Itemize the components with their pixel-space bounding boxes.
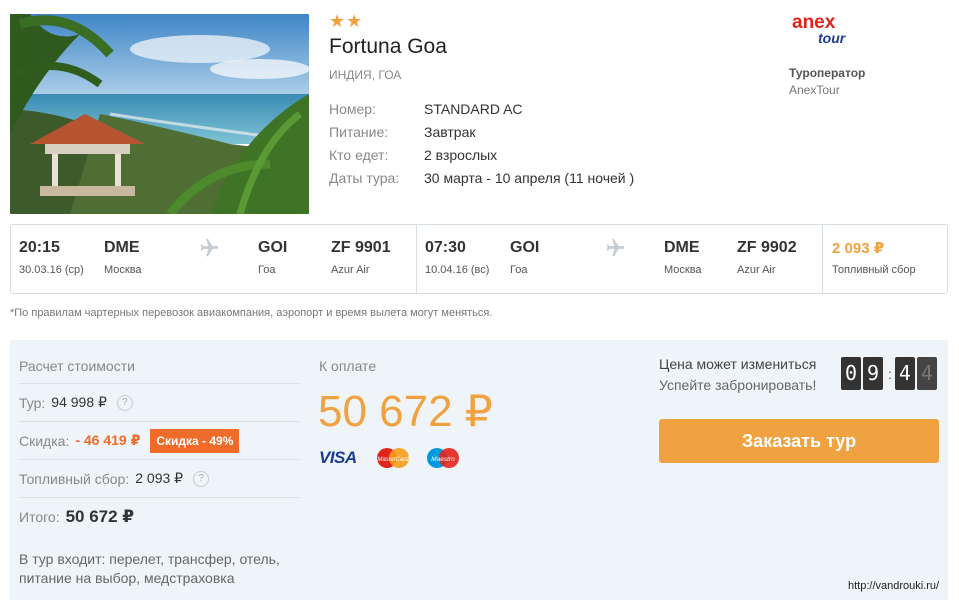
outbound-dest-city: Гоа: [258, 264, 276, 276]
detail-guests-label: Кто едет:: [329, 146, 389, 163]
book-tour-button[interactable]: Заказать тур: [659, 419, 939, 463]
svg-text:Maestro: Maestro: [431, 456, 455, 463]
hurry-notice: Успейте забронировать!: [659, 377, 817, 393]
payment-label: К оплате: [319, 358, 377, 374]
outbound-origin: DME Москва: [104, 239, 142, 276]
return-date: 10.04.16 (вс): [425, 264, 490, 276]
payment-amount: 50 672 ₽: [318, 387, 493, 436]
price-calculation: Расчет стоимости Тур: 94 998 ₽ ? Скидка:…: [19, 358, 299, 536]
mastercard-logo: MasterCard: [376, 448, 409, 468]
return-dest-city: Москва: [664, 264, 702, 276]
fuel-fee-cell: 2 093 ₽ Топливный сбор: [832, 239, 916, 276]
detail-room-label: Номер:: [329, 100, 376, 117]
outbound-dest-code: GOI: [258, 239, 288, 256]
calc-total-row: Итого: 50 672 ₽: [19, 498, 299, 536]
outbound-airline: Azur Air: [331, 264, 370, 276]
outbound-origin-city: Москва: [104, 264, 142, 276]
detail-guests: Кто едет: 2 взрослых: [329, 143, 634, 166]
detail-dates-label: Даты тура:: [329, 169, 400, 186]
return-origin-city: Гоа: [510, 264, 528, 276]
return-departure: 07:30 10.04.16 (вс): [425, 239, 489, 276]
operator-title: Туроператор: [789, 66, 866, 80]
outbound-departure: 20:15 30.03.16 (ср): [19, 239, 84, 276]
detail-room: Номер: STANDARD AC: [329, 97, 634, 120]
timer-digit: 0: [841, 357, 861, 390]
calc-total-value: 50 672 ₽: [65, 507, 135, 526]
calc-tour-row: Тур: 94 998 ₽ ?: [19, 384, 299, 422]
outbound-time: 20:15: [19, 239, 60, 256]
outbound-flight-number: ZF 9901: [331, 239, 391, 256]
hotel-name[interactable]: Fortuna Goa: [329, 35, 447, 59]
detail-meal-label: Питание:: [329, 123, 389, 140]
return-flight: ZF 9902 Azur Air: [737, 239, 797, 276]
svg-text:MasterCard: MasterCard: [377, 457, 409, 463]
maestro-logo: Maestro: [426, 448, 459, 468]
return-airline: Azur Air: [737, 264, 776, 276]
calc-tour-label: Тур:: [19, 394, 46, 411]
return-time: 07:30: [425, 239, 466, 256]
timer-digit: 4: [916, 357, 937, 390]
discount-badge: Скидка - 49%: [150, 428, 240, 453]
plane-icon: [200, 238, 219, 257]
fuel-fee: 2 093 ₽ Топливный сбор: [823, 225, 947, 293]
outbound-origin-code: DME: [104, 239, 140, 256]
calc-fuel-value: 2 093 ₽: [135, 470, 184, 486]
return-origin-code: GOI: [510, 239, 540, 256]
visa-logo: VISA: [319, 448, 357, 467]
tour-includes: В тур входит: перелет, трансфер, отель, …: [19, 551, 280, 586]
outbound-destination: GOI Гоа: [258, 239, 287, 276]
hotel-photo[interactable]: [10, 14, 309, 214]
flight-strip: 20:15 30.03.16 (ср) DME Москва GOI Гоа Z…: [10, 224, 948, 294]
calc-fuel-label: Топливный сбор:: [19, 470, 130, 487]
calc-discount-label: Скидка:: [19, 432, 70, 449]
operator-name: AnexTour: [789, 83, 840, 97]
outbound-date: 30.03.16 (ср): [19, 264, 84, 276]
help-icon[interactable]: ?: [116, 394, 133, 411]
charter-note: *По правилам чартерных перевозок авиаком…: [10, 307, 493, 319]
outbound-flight: ZF 9901 Azur Air: [331, 239, 391, 276]
watermark: http://vandrouki.ru/: [848, 580, 940, 592]
hotel-location: ИНДИЯ, ГОА: [329, 68, 402, 82]
calc-title: Расчет стоимости: [19, 358, 299, 384]
calc-discount-value: - 46 419 ₽: [75, 432, 141, 448]
detail-dates: Даты тура: 30 марта - 10 апреля (11 ноче…: [329, 166, 634, 189]
help-icon[interactable]: ?: [193, 470, 210, 487]
anex-tour-logo: anex tour: [792, 12, 847, 46]
calc-fuel-row: Топливный сбор: 2 093 ₽ ?: [19, 460, 299, 498]
price-panel: Расчет стоимости Тур: 94 998 ₽ ? Скидка:…: [10, 340, 948, 600]
flight-return: 07:30 10.04.16 (вс) GOI Гоа DME Москва Z…: [417, 225, 823, 293]
timer-separator: :: [888, 365, 892, 382]
hotel-stars: ★★: [329, 11, 364, 31]
return-dest-code: DME: [664, 239, 700, 256]
flight-outbound: 20:15 30.03.16 (ср) DME Москва GOI Гоа Z…: [11, 225, 417, 293]
return-origin: GOI Гоа: [510, 239, 539, 276]
plane-icon: [606, 238, 625, 257]
hotel-photo-image: [10, 14, 309, 214]
calc-tour-value: 94 998 ₽: [51, 394, 107, 410]
payment-cards: VISA MasterCard Maestro: [319, 447, 461, 469]
detail-room-value: STANDARD AC: [424, 100, 523, 117]
detail-dates-value: 30 марта - 10 апреля (11 ночей ): [424, 169, 635, 186]
return-flight-number: ZF 9902: [737, 239, 797, 256]
tour-details: Номер: STANDARD AC Питание: Завтрак Кто …: [329, 97, 634, 189]
timer-digit: 9: [863, 357, 883, 390]
fuel-fee-amount: 2 093 ₽: [832, 240, 885, 257]
return-destination: DME Москва: [664, 239, 702, 276]
timer-digit: 4: [894, 357, 915, 390]
fuel-fee-label: Топливный сбор: [832, 264, 916, 276]
price-change-notice: Цена может измениться: [659, 356, 817, 372]
countdown-timer: 0 9 : 4 4: [841, 357, 939, 390]
detail-guests-value: 2 взрослых: [424, 146, 498, 163]
detail-meal: Питание: Завтрак: [329, 120, 634, 143]
detail-meal-value: Завтрак: [424, 123, 476, 140]
calc-discount-row: Скидка: - 46 419 ₽ Скидка - 49%: [19, 422, 299, 460]
calc-total-label: Итого:: [19, 509, 60, 525]
logo-text-bottom: tour: [818, 30, 847, 46]
